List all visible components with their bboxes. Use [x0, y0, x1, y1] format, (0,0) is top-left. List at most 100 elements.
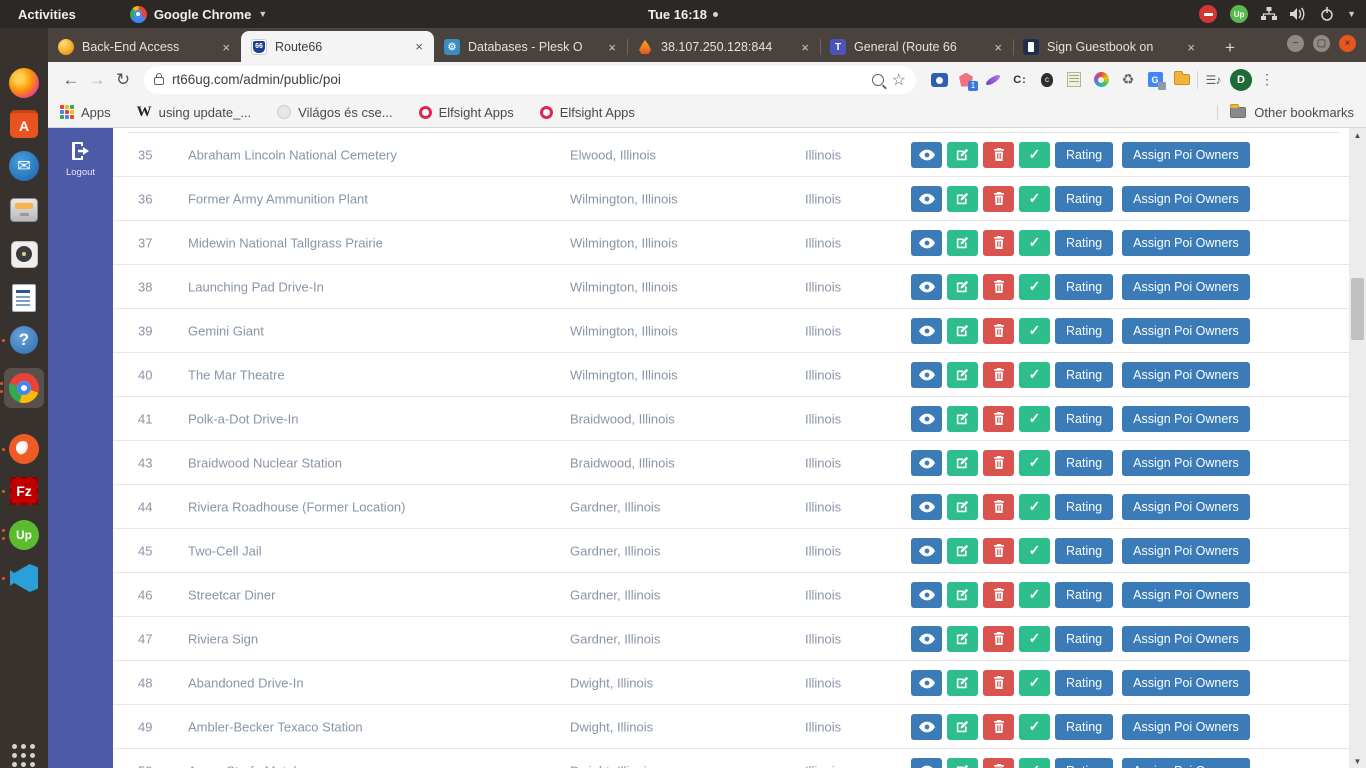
tab-ip-address[interactable]: 38.107.250.128:844 × [627, 32, 820, 62]
rating-button[interactable]: Rating [1055, 318, 1113, 344]
delete-button[interactable] [983, 318, 1014, 344]
tab-close-icon[interactable]: × [219, 40, 233, 55]
view-button[interactable] [911, 494, 942, 520]
maximize-button[interactable]: ▢ [1313, 35, 1330, 52]
bookmark-using-update[interactable]: W using update_... [137, 104, 252, 121]
recycle-extension-icon[interactable]: ♻ [1119, 71, 1137, 89]
new-tab-button[interactable]: + [1216, 34, 1244, 62]
assign-button[interactable]: Assign Poi Owners [1122, 450, 1250, 476]
edit-button[interactable] [947, 362, 978, 388]
close-button[interactable]: × [1339, 35, 1356, 52]
rating-button[interactable]: Rating [1055, 406, 1113, 432]
tab-close-icon[interactable]: × [605, 40, 619, 55]
view-button[interactable] [911, 626, 942, 652]
bug-extension-icon[interactable] [1038, 71, 1056, 89]
approve-button[interactable]: ✓ [1019, 670, 1050, 696]
delete-button[interactable] [983, 670, 1014, 696]
assign-button[interactable]: Assign Poi Owners [1122, 582, 1250, 608]
dock-item-ubuntu-software[interactable]: A [8, 108, 40, 140]
assign-button[interactable]: Assign Poi Owners [1122, 758, 1250, 768]
scrollbar[interactable]: ▲ ▼ [1349, 128, 1366, 768]
translate-extension-icon[interactable]: G [1146, 71, 1164, 89]
delete-button[interactable] [983, 714, 1014, 740]
scroll-down-icon[interactable]: ▼ [1349, 754, 1366, 768]
edit-button[interactable] [947, 450, 978, 476]
tab-databases-plesk[interactable]: Databases - Plesk O × [434, 32, 627, 62]
approve-button[interactable]: ✓ [1019, 758, 1050, 768]
dock-item-chrome[interactable] [4, 368, 44, 408]
assign-button[interactable]: Assign Poi Owners [1122, 186, 1250, 212]
delete-button[interactable] [983, 538, 1014, 564]
approve-button[interactable]: ✓ [1019, 714, 1050, 740]
dock-item-filezilla[interactable]: Fz [8, 475, 40, 507]
approve-button[interactable]: ✓ [1019, 318, 1050, 344]
edit-button[interactable] [947, 494, 978, 520]
view-button[interactable] [911, 758, 942, 768]
rating-button[interactable]: Rating [1055, 538, 1113, 564]
assign-button[interactable]: Assign Poi Owners [1122, 318, 1250, 344]
approve-button[interactable]: ✓ [1019, 494, 1050, 520]
view-button[interactable] [911, 186, 942, 212]
bookmark-elfsight-2[interactable]: Elfsight Apps [540, 105, 635, 120]
tab-sign-guestbook[interactable]: Sign Guestbook on × [1013, 32, 1206, 62]
tab-close-icon[interactable]: × [412, 39, 426, 54]
edit-button[interactable] [947, 274, 978, 300]
scrollbar-thumb[interactable] [1351, 278, 1364, 340]
network-icon[interactable] [1261, 7, 1277, 21]
edit-button[interactable] [947, 142, 978, 168]
approve-button[interactable]: ✓ [1019, 142, 1050, 168]
approve-button[interactable]: ✓ [1019, 406, 1050, 432]
bookmark-elfsight-1[interactable]: Elfsight Apps [419, 105, 514, 120]
approve-button[interactable]: ✓ [1019, 582, 1050, 608]
assign-button[interactable]: Assign Poi Owners [1122, 274, 1250, 300]
minimize-button[interactable]: − [1287, 35, 1304, 52]
browser-menu-icon[interactable]: ⋮ [1260, 71, 1274, 88]
profile-avatar[interactable]: D [1230, 69, 1252, 91]
assign-button[interactable]: Assign Poi Owners [1122, 626, 1250, 652]
edit-button[interactable] [947, 406, 978, 432]
rating-button[interactable]: Rating [1055, 142, 1113, 168]
upwork-tray-icon[interactable]: Up [1230, 5, 1248, 23]
view-button[interactable] [911, 362, 942, 388]
approve-button[interactable]: ✓ [1019, 362, 1050, 388]
address-bar[interactable]: rt66ug.com/admin/public/poi ☆ [144, 66, 916, 94]
approve-button[interactable]: ✓ [1019, 538, 1050, 564]
volume-icon[interactable] [1290, 7, 1307, 21]
playlist-extension-icon[interactable]: ☰♪ [1204, 71, 1222, 89]
assign-button[interactable]: Assign Poi Owners [1122, 538, 1250, 564]
rating-button[interactable]: Rating [1055, 450, 1113, 476]
delete-button[interactable] [983, 582, 1014, 608]
view-button[interactable] [911, 450, 942, 476]
delete-button[interactable] [983, 362, 1014, 388]
assign-button[interactable]: Assign Poi Owners [1122, 494, 1250, 520]
edit-button[interactable] [947, 670, 978, 696]
feather-extension-icon[interactable] [984, 71, 1002, 89]
edit-button[interactable] [947, 538, 978, 564]
dock-item-thunderbird[interactable] [8, 150, 40, 182]
approve-button[interactable]: ✓ [1019, 274, 1050, 300]
tab-close-icon[interactable]: × [1184, 40, 1198, 55]
screenshot-extension-icon[interactable] [930, 71, 948, 89]
do-not-disturb-icon[interactable] [1199, 5, 1217, 23]
bookmark-vilagos[interactable]: Világos és cse... [277, 105, 392, 120]
view-button[interactable] [911, 406, 942, 432]
edit-button[interactable] [947, 582, 978, 608]
power-icon[interactable] [1320, 7, 1334, 21]
tab-teams-general[interactable]: T General (Route 66 × [820, 32, 1013, 62]
approve-button[interactable]: ✓ [1019, 450, 1050, 476]
dock-item-disc-tool[interactable] [8, 238, 40, 270]
lock-icon[interactable] [154, 77, 164, 85]
tab-close-icon[interactable]: × [991, 40, 1005, 55]
delete-button[interactable] [983, 450, 1014, 476]
rating-button[interactable]: Rating [1055, 362, 1113, 388]
back-button[interactable]: ← [58, 70, 84, 90]
delete-button[interactable] [983, 230, 1014, 256]
edit-button[interactable] [947, 230, 978, 256]
bookmark-star-icon[interactable]: ☆ [892, 70, 906, 90]
dock-item-files[interactable] [8, 194, 40, 226]
pink-extension-icon[interactable]: 1 [957, 71, 975, 89]
other-bookmarks-button[interactable]: Other bookmarks [1217, 105, 1354, 120]
edit-button[interactable] [947, 758, 978, 768]
forward-button[interactable]: → [84, 70, 110, 90]
delete-button[interactable] [983, 142, 1014, 168]
